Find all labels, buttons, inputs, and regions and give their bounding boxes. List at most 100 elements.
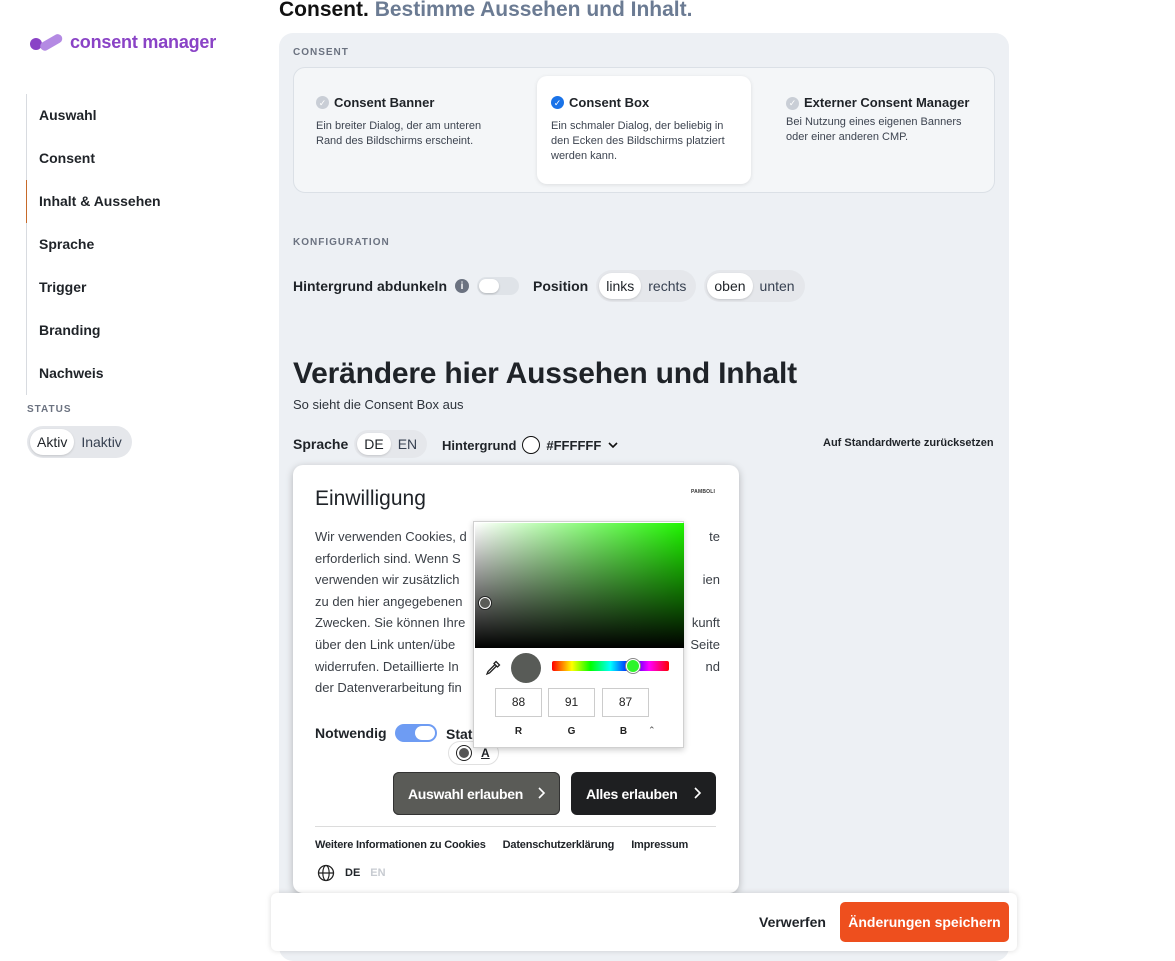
appearance-subheading: So sieht die Consent Box aus [293,397,464,412]
chevron-down-icon[interactable] [607,439,619,451]
sidebar-item-auswahl[interactable]: Auswahl [27,94,226,137]
blue-input[interactable]: 87 [602,688,649,717]
preview-necessary-label: Notwendig [315,725,387,741]
text-format-icon[interactable]: A [481,746,490,760]
eyedropper-icon[interactable] [484,659,502,677]
background-color-selector[interactable]: Hintergrund #FFFFFF [442,436,619,454]
preview-language-switch: DE EN [317,864,386,882]
preview-necessary-row: Notwendig [315,724,437,742]
allow-selection-label: Auswahl erlauben [408,785,524,802]
color-mode-switch-icon[interactable]: ⌃ [648,725,656,736]
red-input[interactable]: 88 [495,688,542,717]
appearance-heading: Verändere hier Aussehen und Inhalt [293,357,797,390]
allow-selection-button[interactable]: Auswahl erlauben [393,772,560,815]
color-picker: 88 91 87 R G B ⌃ [473,521,684,748]
background-swatch[interactable] [522,436,541,454]
language-option-de[interactable]: DE [357,433,391,455]
saturation-handle[interactable] [479,597,491,609]
dim-background-label: Hintergrund abdunkeln [293,278,447,294]
preview-text-line-end: nd [705,658,720,674]
config-row: Hintergrund abdunkeln i Position links r… [293,270,805,302]
preview-text-line: Wir verwenden Cookies, d [315,529,467,544]
sidebar-item-inhalt-aussehen[interactable]: Inhalt & Aussehen [26,180,226,223]
privacy-policy-link[interactable]: Datenschutzerklärung [503,839,615,851]
hue-slider[interactable] [552,661,669,671]
preview-text-line: zu den hier angegebenen [315,593,463,609]
language-option-en[interactable]: EN [391,433,424,455]
preview-footer-links: Weitere Informationen zu Cookies Datensc… [315,839,688,851]
consent-section-label: CONSENT [293,47,349,58]
brand-name: consent manager [70,31,217,52]
preview-statistics-label: Stat [446,726,473,742]
check-icon: ✓ [786,96,799,110]
save-changes-button[interactable]: Änderungen speichern [840,902,1009,942]
allow-all-button[interactable]: Alles erlauben [571,772,716,815]
saturation-area[interactable] [475,523,684,648]
position-label: Position [533,278,589,294]
language-row: Sprache DE EN [293,430,428,458]
option-title: Consent Banner [334,95,435,110]
page-title-main: Consent. [279,0,369,21]
color-swatch-icon[interactable] [457,746,471,760]
red-label: R [514,726,523,737]
green-input[interactable]: 91 [548,688,595,717]
position-vertical-toggle: oben unten [704,270,805,302]
preview-title: Einwilligung [315,487,426,510]
preview-text-line: erforderlich sind. Wenn S [315,550,461,566]
sidebar-item-nachweis[interactable]: Nachweis [27,352,226,395]
position-horizontal-toggle: links rechts [596,270,697,302]
position-option-rechts[interactable]: rechts [641,273,693,299]
consent-option-box[interactable]: ✓ Consent Box Ein schmaler Dialog, der be… [537,76,751,184]
preview-text-line: über den Link unten/übe [315,636,456,652]
language-label: Sprache [293,436,349,452]
option-title: Consent Box [569,95,650,110]
page-title-sub: Bestimme Aussehen und Inhalt. [374,0,693,21]
check-icon: ✓ [551,96,564,109]
consent-option-external[interactable]: ✓ Externer Consent Manager Bei Nutzung ei… [772,76,986,184]
preview-logo-text: PAMBOLI [691,489,716,495]
allow-all-label: Alles erlauben [586,785,678,802]
sidebar-nav: Auswahl Consent Inhalt & Aussehen Sprach… [26,94,226,395]
position-option-unten[interactable]: unten [753,273,802,299]
position-option-links[interactable]: links [599,273,642,299]
config-section-label: KONFIGURATION [293,237,390,248]
preview-logo: PAMBOLI [691,489,715,495]
preview-divider [315,826,716,827]
preview-text-line: widerrufen. Detaillierte In [315,658,459,674]
sidebar-item-sprache[interactable]: Sprache [27,223,226,266]
status-option-aktiv[interactable]: Aktiv [30,429,75,455]
green-label: G [567,726,576,737]
preview-text-line-end: te [709,529,720,544]
sidebar-item-trigger[interactable]: Trigger [27,266,226,309]
reset-defaults-link[interactable]: Auf Standardwerte zurücksetzen [823,437,994,449]
sidebar-item-consent[interactable]: Consent [27,137,226,180]
brand-logo[interactable]: consent manager [30,30,216,54]
preview-text-line: verwenden wir zusätzlich [315,572,460,588]
option-title: Externer Consent Manager [804,95,970,110]
imprint-link[interactable]: Impressum [631,839,688,851]
discard-button[interactable]: Verwerfen [759,914,826,930]
page-title: Consent. Bestimme Aussehen und Inhalt. [279,0,692,22]
chevron-right-icon [694,787,702,799]
background-value: #FFFFFF [546,437,602,453]
consent-type-options: ✓ Consent Banner Ein breiter Dialog, der … [293,67,995,193]
cookie-info-link[interactable]: Weitere Informationen zu Cookies [315,839,486,851]
position-option-oben[interactable]: oben [707,273,753,299]
status-toggle: Aktiv Inaktiv [27,426,132,458]
language-toggle: DE EN [354,430,428,458]
consent-option-banner[interactable]: ✓ Consent Banner Ein breiter Dialog, der … [302,76,516,184]
info-icon[interactable]: i [455,279,469,293]
preview-necessary-toggle[interactable] [394,724,437,742]
preview-lang-de[interactable]: DE [345,867,360,879]
dim-background-toggle[interactable] [477,277,519,295]
action-bar: Verwerfen Änderungen speichern [271,893,1017,951]
preview-text-line-end: ien [702,572,720,588]
status-option-inaktiv[interactable]: Inaktiv [74,429,128,455]
preview-text-line: Zwecken. Sie können Ihre [315,615,466,631]
hue-slider-handle[interactable] [626,659,640,673]
preview-lang-en[interactable]: EN [370,867,385,879]
preview-text-line: der Datenverarbeitung fin [315,680,462,696]
background-label: Hintergrund [442,437,517,453]
blue-label: B [619,726,628,737]
sidebar-item-branding[interactable]: Branding [27,309,226,352]
